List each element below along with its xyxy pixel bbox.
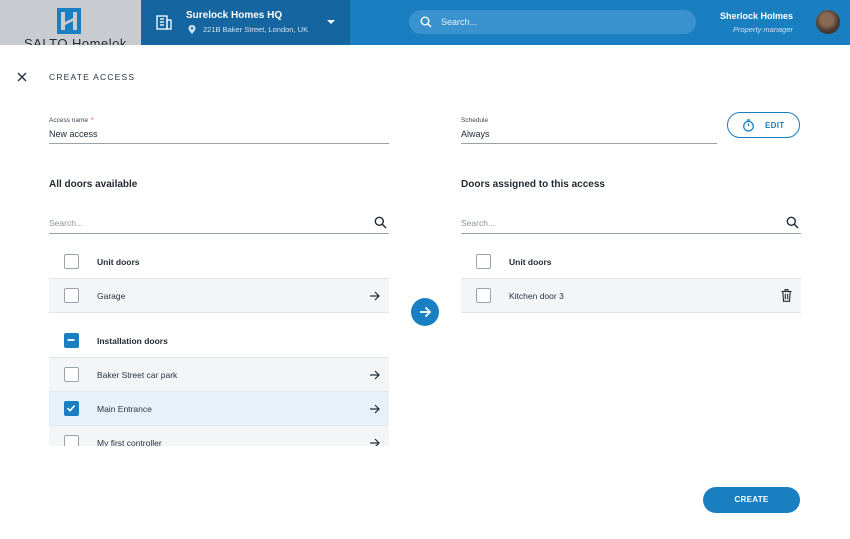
available-doors-list: Unit doors Garage Installation doors Bak… bbox=[49, 245, 389, 446]
door-row[interactable]: Baker Street car park bbox=[49, 358, 389, 392]
avatar[interactable] bbox=[816, 10, 840, 34]
group-checkbox[interactable] bbox=[476, 254, 491, 269]
search-icon[interactable] bbox=[786, 216, 799, 229]
door-group-row: Unit doors bbox=[461, 245, 801, 279]
door-checkbox[interactable] bbox=[64, 367, 79, 382]
group-checkbox[interactable] bbox=[64, 333, 79, 348]
create-label: CREATE bbox=[734, 495, 769, 504]
brand-name: SALTO Homelok bbox=[24, 36, 127, 45]
site-name: Surelock Homes HQ bbox=[186, 10, 283, 21]
chevron-down-icon bbox=[327, 20, 335, 24]
group-checkbox[interactable] bbox=[64, 254, 79, 269]
search-icon bbox=[420, 16, 432, 28]
group-label: Unit doors bbox=[509, 257, 552, 267]
create-button[interactable]: CREATE bbox=[703, 487, 800, 513]
door-label: Kitchen door 3 bbox=[509, 291, 564, 301]
global-search bbox=[409, 10, 696, 34]
door-checkbox[interactable] bbox=[64, 401, 79, 416]
user-role: Property manager bbox=[732, 25, 793, 34]
access-name-underline bbox=[49, 143, 389, 144]
door-group-row: Unit doors bbox=[49, 245, 389, 279]
door-row[interactable]: Main Entrance bbox=[49, 392, 389, 426]
close-icon[interactable] bbox=[14, 69, 30, 85]
assigned-doors-search bbox=[461, 212, 801, 234]
required-marker: * bbox=[91, 117, 94, 124]
schedule-field[interactable]: Always bbox=[461, 129, 490, 139]
building-icon bbox=[156, 15, 172, 30]
schedule-underline bbox=[461, 143, 717, 144]
location-pin-icon bbox=[188, 25, 196, 34]
door-checkbox[interactable] bbox=[64, 435, 79, 446]
minus-icon bbox=[67, 339, 75, 341]
door-label: Main Entrance bbox=[97, 404, 152, 414]
door-row[interactable]: Garage bbox=[49, 279, 389, 313]
assigned-doors-title: Doors assigned to this access bbox=[461, 179, 605, 190]
door-checkbox[interactable] bbox=[64, 288, 79, 303]
brand-logo[interactable]: SALTO Homelok bbox=[0, 0, 141, 45]
timer-icon bbox=[743, 119, 754, 132]
group-spacer bbox=[49, 313, 389, 324]
search-underline bbox=[49, 233, 389, 234]
door-label: Baker Street car park bbox=[97, 370, 178, 380]
homelok-logo-icon bbox=[57, 8, 81, 34]
door-group-row: Installation doors bbox=[49, 324, 389, 358]
page-title: CREATE ACCESS bbox=[49, 72, 136, 82]
available-doors-title: All doors available bbox=[49, 179, 138, 190]
arrow-right-icon bbox=[420, 306, 432, 318]
arrow-right-icon[interactable] bbox=[369, 404, 380, 414]
access-name-field[interactable]: New access bbox=[49, 129, 98, 139]
door-label: Garage bbox=[97, 291, 126, 301]
arrow-right-icon[interactable] bbox=[369, 438, 380, 446]
site-selector[interactable]: Surelock Homes HQ 221B Baker Street, Lon… bbox=[141, 0, 350, 45]
user-name[interactable]: Sherlock Holmes bbox=[720, 11, 793, 21]
trash-icon[interactable] bbox=[781, 289, 792, 302]
arrow-right-icon[interactable] bbox=[369, 370, 380, 380]
edit-schedule-button[interactable]: EDIT bbox=[727, 112, 800, 138]
schedule-label: Schedule bbox=[461, 117, 489, 124]
door-label: My first controller bbox=[97, 438, 162, 446]
top-bar: SALTO Homelok Surelock Homes HQ 221B Bak… bbox=[0, 0, 850, 45]
door-row[interactable]: Kitchen door 3 bbox=[461, 279, 801, 313]
assign-doors-button[interactable] bbox=[411, 298, 439, 326]
door-row[interactable]: My first controller bbox=[49, 426, 389, 446]
access-name-label: Access name * bbox=[49, 117, 94, 124]
global-search-input[interactable] bbox=[441, 10, 686, 34]
site-address: 221B Baker Street, London, UK bbox=[203, 25, 309, 34]
arrow-right-icon[interactable] bbox=[369, 291, 380, 301]
door-checkbox[interactable] bbox=[476, 288, 491, 303]
group-label: Unit doors bbox=[97, 257, 140, 267]
available-doors-search bbox=[49, 212, 389, 234]
check-icon bbox=[66, 404, 76, 412]
search-icon[interactable] bbox=[374, 216, 387, 229]
search-underline bbox=[461, 233, 801, 234]
assigned-doors-search-input[interactable] bbox=[461, 215, 771, 231]
available-doors-search-input[interactable] bbox=[49, 215, 359, 231]
edit-label: EDIT bbox=[765, 121, 785, 130]
assigned-doors-list: Unit doors Kitchen door 3 bbox=[461, 245, 801, 315]
group-label: Installation doors bbox=[97, 336, 168, 346]
